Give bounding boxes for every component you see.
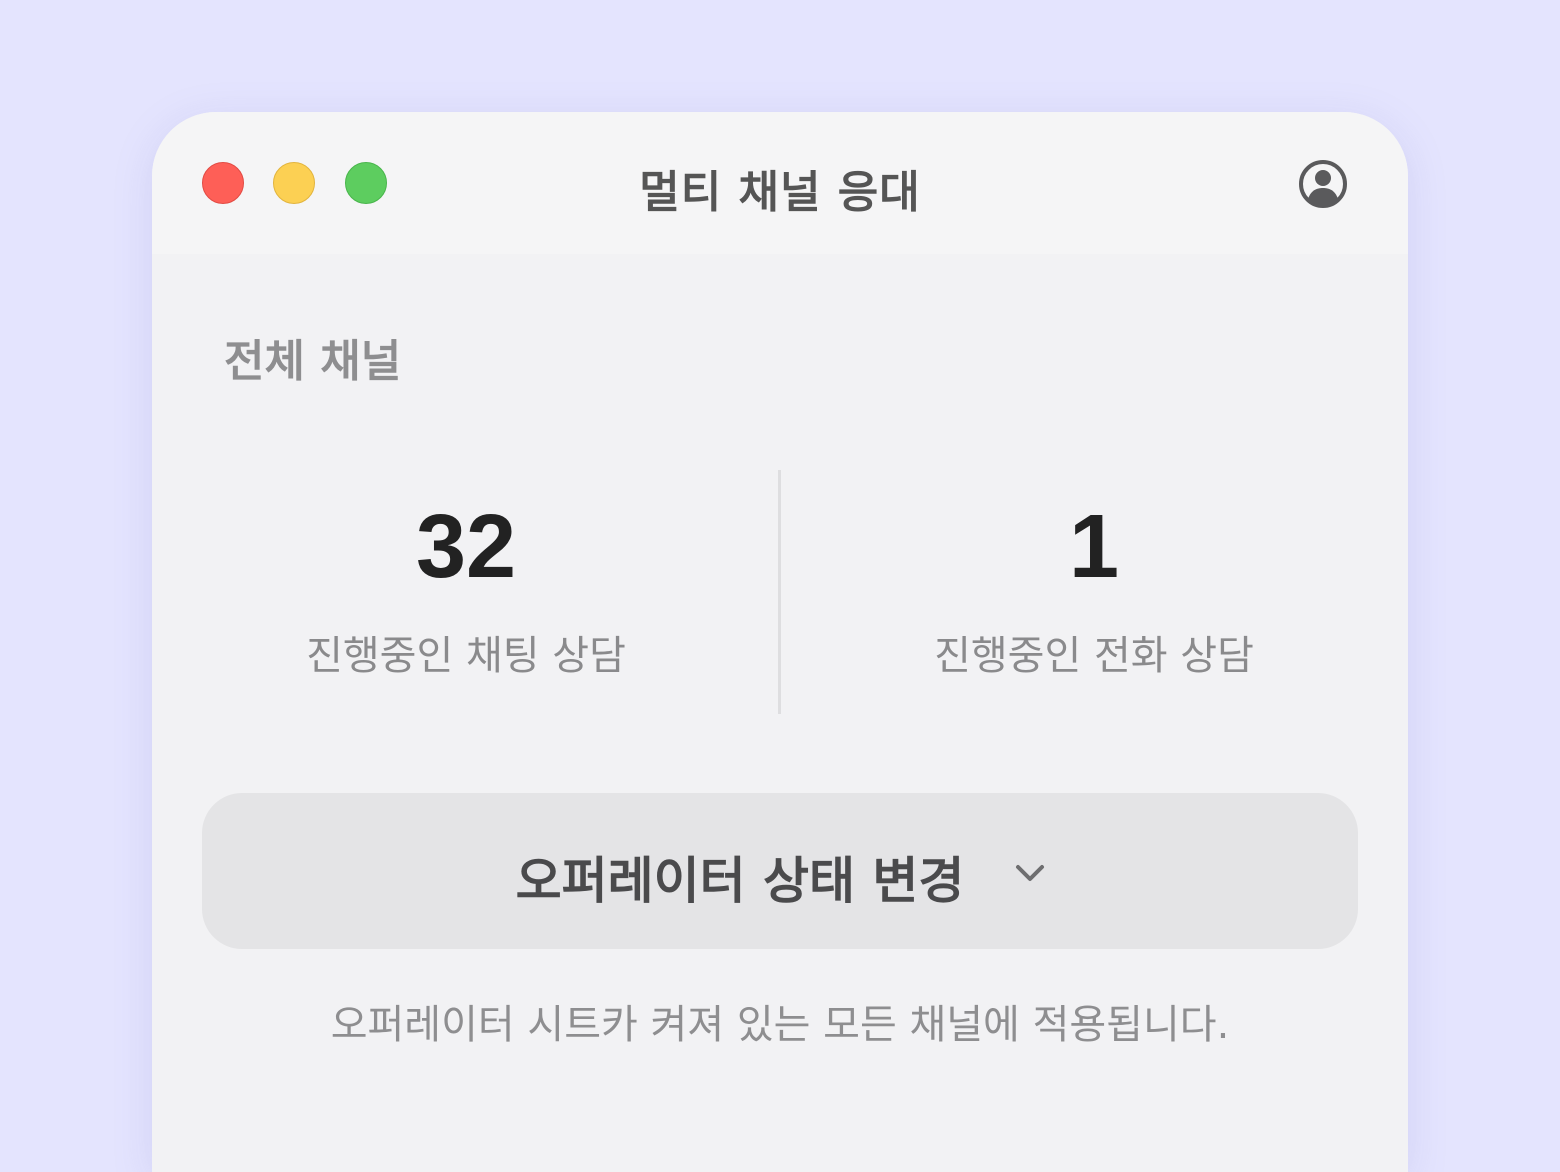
chat-count: 32: [415, 497, 517, 597]
chat-stat: 32 진행중인 채팅 상담: [152, 492, 780, 684]
title-bar: 멀티 채널 응대: [152, 112, 1408, 254]
call-stat: 1 진행중인 전화 상담: [780, 492, 1408, 684]
window-title: 멀티 채널 응대: [639, 167, 921, 218]
chevron-down-icon: [1016, 865, 1044, 881]
change-operator-status-button[interactable]: 오퍼레이터 상태 변경: [202, 793, 1358, 949]
status-button-label: 오퍼레이터 상태 변경: [515, 852, 965, 910]
footnote-text: 오퍼레이터 시트카 켜져 있는 모든 채널에 적용됩니다.: [330, 1002, 1230, 1048]
call-count: 1: [1068, 497, 1120, 597]
user-circle-icon[interactable]: [1298, 159, 1348, 209]
app-window: 멀티 채널 응대 전체 채널 32 진행중인 채팅 상담 1 진행중인 전화 상…: [152, 112, 1408, 1172]
call-count-label: 진행중인 전화 상담: [934, 633, 1254, 679]
section-title: 전체 채널: [224, 336, 402, 387]
chat-count-label: 진행중인 채팅 상담: [306, 633, 626, 679]
